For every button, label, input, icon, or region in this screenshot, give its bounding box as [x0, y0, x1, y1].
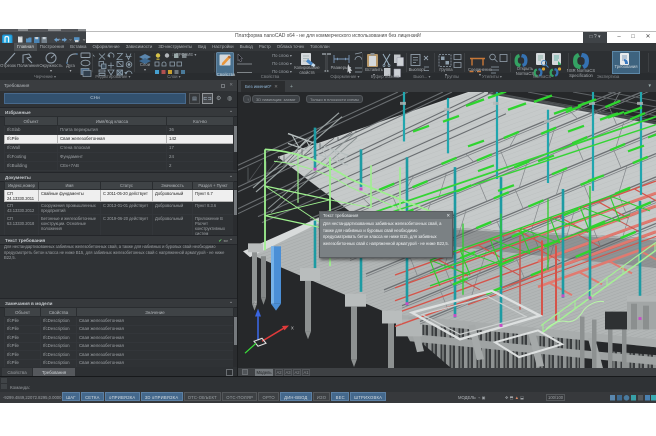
svg-text:z: z [254, 301, 257, 307]
svg-text:x: x [291, 325, 294, 331]
